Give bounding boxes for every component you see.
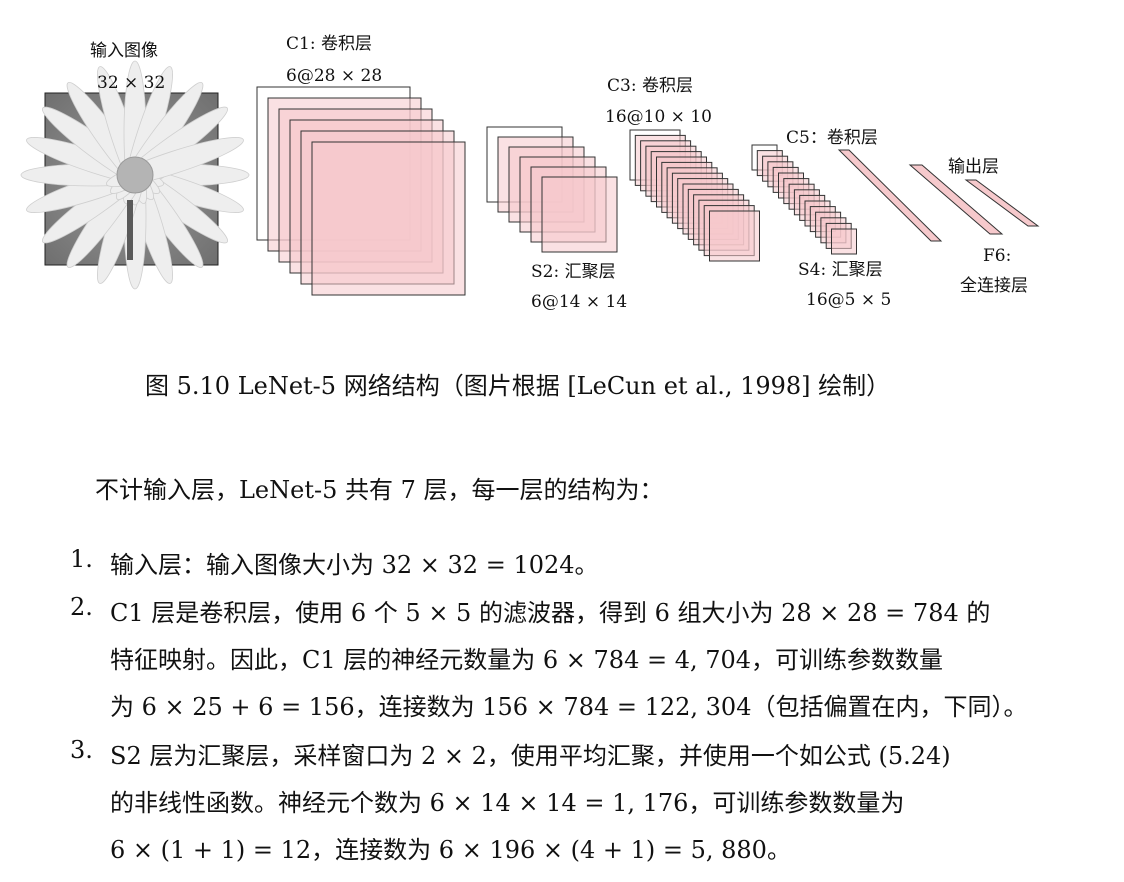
list-line: 的非线性函数。神经元个数为 6 × 14 × 14 = 1, 176，可训练参数…: [110, 789, 905, 817]
feature-map: [311, 141, 466, 296]
s4-label: S4: 汇聚层: [798, 260, 883, 280]
list-line: 6 × (1 + 1) = 12，连接数为 6 × 196 × (4 + 1) …: [110, 836, 791, 864]
c5-label: C5：卷积层: [786, 128, 878, 148]
list-line: 特征映射。因此，C1 层的神经元数量为 6 × 784 = 4, 704，可训练…: [110, 646, 944, 674]
input-image-daisy: [20, 60, 250, 290]
list-line: S2 层为汇聚层，采样窗口为 2 × 2，使用平均汇聚，并使用一个如公式 (5.…: [110, 742, 951, 770]
s4-feature-maps: [751, 144, 857, 255]
lenet5-figure: 输入图像 32 × 32 C1: 卷积层 6@28 × 28 S2: 汇聚层 6…: [0, 0, 1124, 330]
c1-size: 6@28 × 28: [286, 66, 383, 86]
c1-label: C1: 卷积层: [286, 34, 372, 54]
fc-layer: [837, 149, 943, 242]
s2-label: S2: 汇聚层: [531, 262, 616, 282]
c1-feature-maps: [256, 86, 466, 296]
input-label: 输入图像: [90, 41, 158, 61]
f6-label: F6:: [983, 246, 1012, 266]
intro-paragraph: 不计输入层，LeNet-5 共有 7 层，每一层的结构为：: [95, 476, 664, 504]
s2-size: 6@14 × 14: [531, 292, 628, 312]
c3-label: C3: 卷积层: [607, 76, 693, 96]
output-label: 输出层: [948, 157, 999, 177]
f6-desc: 全连接层: [960, 276, 1028, 296]
feature-map: [831, 228, 857, 255]
s2-feature-maps: [486, 126, 618, 253]
s4-size: 16@5 × 5: [806, 290, 892, 310]
list-line: 输入层：输入图像大小为 32 × 32 = 1024。: [110, 551, 599, 579]
feature-map: [541, 176, 618, 253]
input-size: 32 × 32: [97, 73, 166, 93]
figure-caption: 图 5.10 LeNet-5 网络结构（图片根据 [LeCun et al., …: [145, 372, 891, 400]
list-number: 1.: [70, 545, 93, 573]
c3-size: 16@10 × 10: [605, 107, 712, 127]
fully-connected-layers: [837, 149, 1040, 242]
feature-map: [709, 210, 760, 262]
list-line: 为 6 × 25 + 6 = 156，连接数为 156 × 784 = 122,…: [110, 693, 1028, 721]
list-number: 2.: [70, 593, 93, 621]
list-number: 3.: [70, 736, 93, 764]
list-line: C1 层是卷积层，使用 6 个 5 × 5 的滤波器，得到 6 组大小为 28 …: [110, 599, 991, 627]
c3-feature-maps: [629, 129, 760, 262]
